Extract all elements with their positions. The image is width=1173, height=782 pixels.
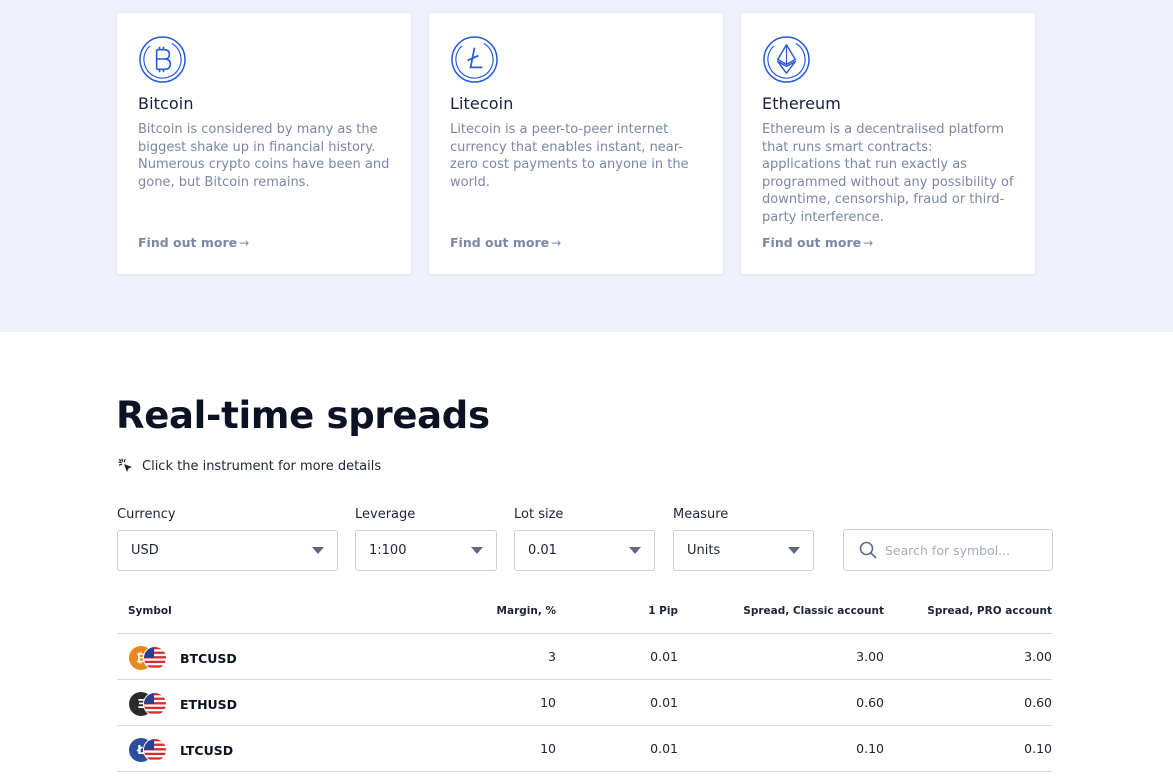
column-pip[interactable]: 1 Pip [648,605,678,617]
spread-pro-cell: 0.60 [1024,695,1052,710]
currency-value: USD [131,543,159,558]
link-label[interactable]: Find out more [762,235,861,250]
cursor-click-icon [118,458,132,472]
card-title: Litecoin [450,94,514,113]
column-spread-pro[interactable]: Spread, PRO account [927,605,1052,617]
hint: Click the instrument for more details [118,458,381,474]
currency-label: Currency [117,507,176,522]
column-margin[interactable]: Margin, % [497,605,556,617]
symbol-name: ETHUSD [180,696,238,712]
link-label[interactable]: Find out more [450,235,549,250]
search-input[interactable] [885,542,1045,558]
lot-size-select[interactable]: 0.01 [514,530,655,571]
hint-text: Click the instrument for more details [142,458,382,474]
litecoin-icon [451,36,498,83]
spreads-table: Symbol Margin, % 1 Pip Spread, Classic a… [117,597,1052,772]
find-out-more-link[interactable]: Find out more → [138,235,249,250]
pip-cell: 0.01 [650,741,678,756]
column-spread-classic[interactable]: Spread, Classic account [743,605,884,617]
arrow-right-icon: → [863,236,874,250]
arrow-right-icon: → [551,236,562,250]
arrow-right-icon: → [239,236,250,250]
symbol-cell: ₿ BTCUSD [129,646,237,670]
measure-value: Units [687,543,721,558]
us-flag-icon [143,738,167,762]
spread-classic-cell: 0.60 [856,695,884,710]
spread-pro-cell: 3.00 [1024,649,1052,664]
ethereum-card: Ethereum Ethereum is a decentralised pla… [741,13,1035,274]
bitcoin-icon [139,36,186,83]
currency-select[interactable]: USD [117,530,338,571]
chevron-down-icon [788,547,800,554]
bitcoin-card: Bitcoin Bitcoin is considered by many as… [117,13,411,274]
currency-filter: Currency USD [117,507,338,571]
spread-classic-cell: 3.00 [856,649,884,664]
card-description: Litecoin is a peer-to-peer internet curr… [450,122,689,190]
us-flag-icon [143,646,167,670]
table-row[interactable]: Ξ ETHUSD 10 0.01 0.60 0.60 [117,680,1052,726]
search-icon [859,541,877,559]
spread-pro-cell: 0.10 [1024,741,1052,756]
ethereum-icon [763,36,810,83]
leverage-value: 1:100 [369,543,407,558]
measure-filter: Measure Units [673,507,814,571]
leverage-filter: Leverage 1:100 [355,507,497,571]
margin-cell: 10 [540,741,556,756]
column-symbol[interactable]: Symbol [128,605,172,617]
chevron-down-icon [312,547,324,554]
spread-classic-cell: 0.10 [856,741,884,756]
chevron-down-icon [471,547,483,554]
measure-label: Measure [673,507,729,522]
find-out-more-link[interactable]: Find out more → [450,235,561,250]
lot-size-label: Lot size [514,507,564,522]
find-out-more-link[interactable]: Find out more → [762,235,873,250]
lot-size-filter: Lot size 0.01 [514,507,655,571]
card-description: Ethereum is a decentralised platform tha… [762,122,1014,225]
symbol-search[interactable] [843,529,1053,571]
litecoin-card: Litecoin Litecoin is a peer-to-peer inte… [429,13,723,274]
pip-cell: 0.01 [650,695,678,710]
card-title: Bitcoin [138,94,194,113]
instrument-icons: Ξ [129,692,169,716]
leverage-label: Leverage [355,507,416,522]
chevron-down-icon [629,547,641,554]
card-title: Ethereum [762,94,841,113]
symbol-name: BTCUSD [180,650,237,666]
table-row[interactable]: ₿ BTCUSD 3 0.01 3.00 3.00 [117,634,1052,680]
table-header: Symbol Margin, % 1 Pip Spread, Classic a… [117,597,1052,634]
link-label[interactable]: Find out more [138,235,237,250]
symbol-cell: Ξ ETHUSD [129,692,237,716]
section-title: Real-time spreads [116,394,490,437]
us-flag-icon [143,692,167,716]
margin-cell: 3 [548,649,556,664]
lot-size-value: 0.01 [528,543,557,558]
leverage-select[interactable]: 1:100 [355,530,497,571]
crypto-cards-section: Bitcoin Bitcoin is considered by many as… [0,0,1173,332]
table-row[interactable]: Ł LTCUSD 10 0.01 0.10 0.10 [117,726,1052,772]
instrument-icons: ₿ [129,646,169,670]
symbol-name: LTCUSD [180,742,234,758]
measure-select[interactable]: Units [673,530,814,571]
instrument-icons: Ł [129,738,169,762]
margin-cell: 10 [540,695,556,710]
pip-cell: 0.01 [650,649,678,664]
card-description: Bitcoin is considered by many as the big… [138,122,390,190]
symbol-cell: Ł LTCUSD [129,738,233,762]
